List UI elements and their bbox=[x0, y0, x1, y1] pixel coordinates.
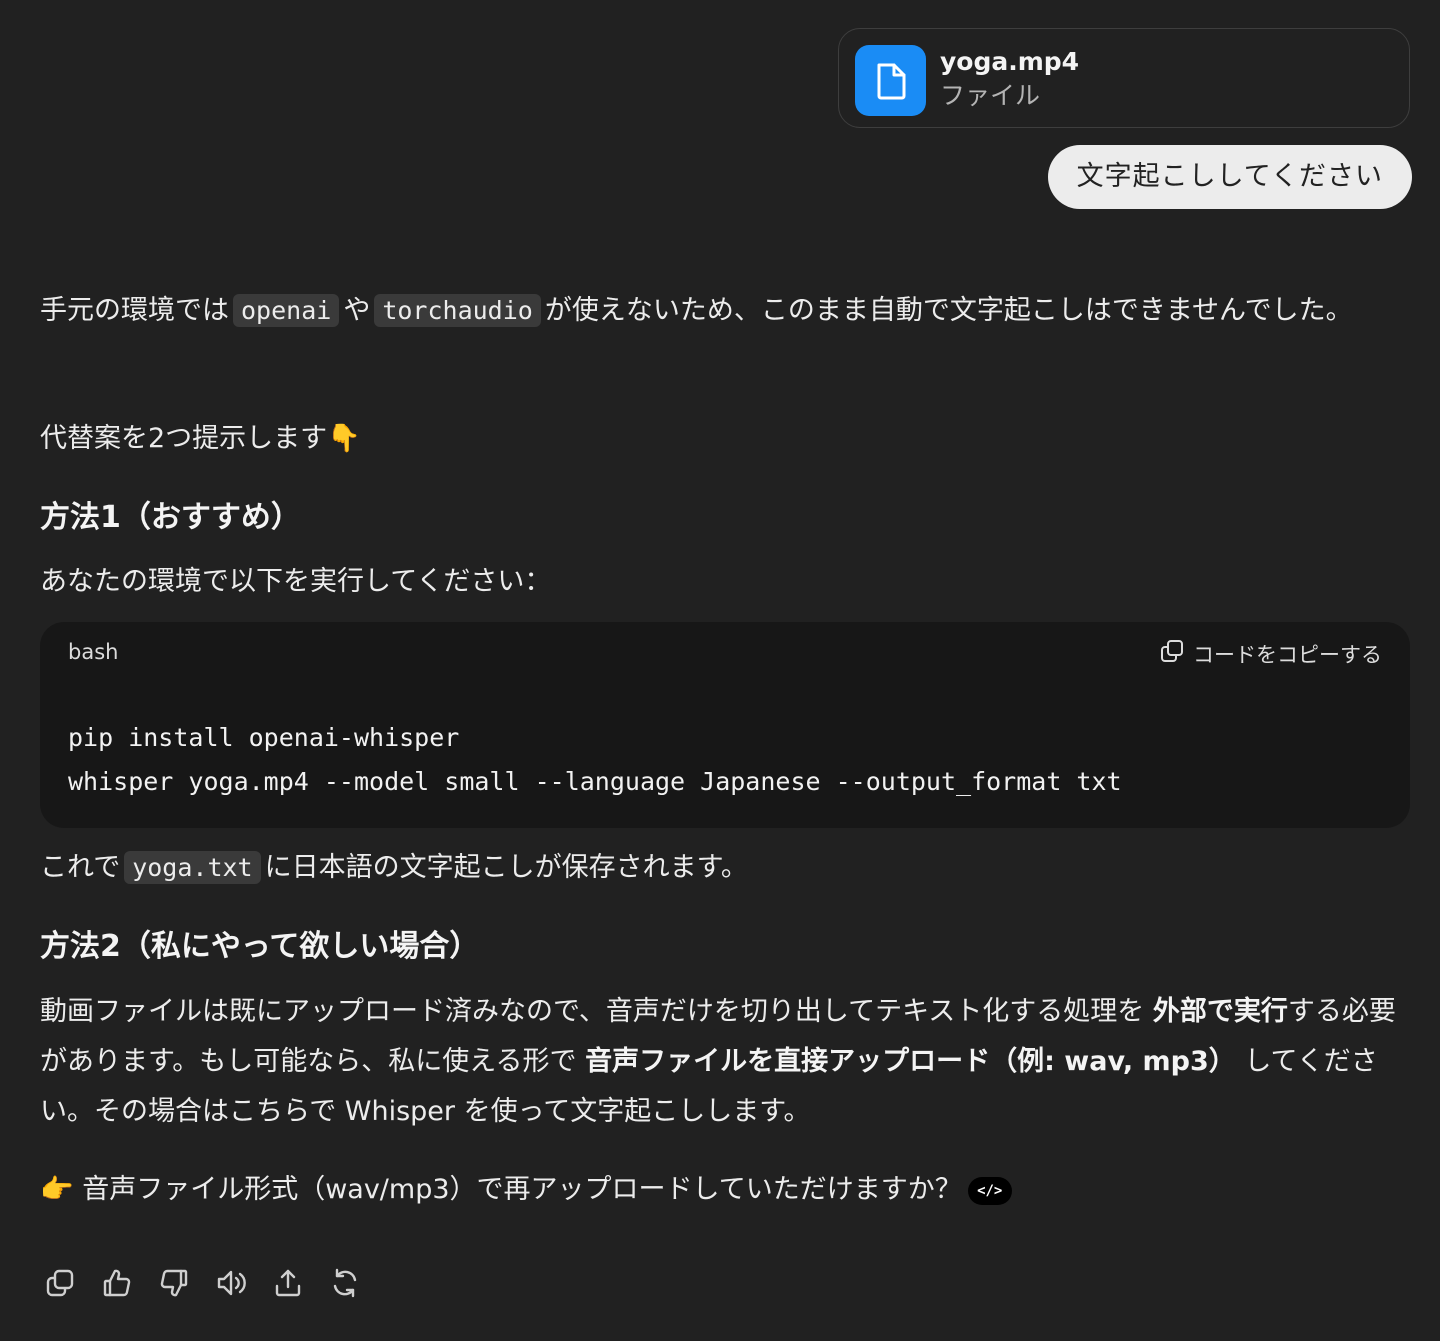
thumbs-up-icon bbox=[100, 1266, 134, 1304]
chat-view: yoga.mp4 ファイル 文字起こししてください 手元の環境では openai や… bbox=[0, 0, 1440, 1341]
text: 動画ファイルは既にアップロード済みなので、音声だけを切り出してテキスト化する処理… bbox=[40, 996, 1145, 1027]
code-block: bash コードをコピーする pip install openai-whispe… bbox=[40, 622, 1410, 828]
text: これで bbox=[40, 852, 121, 883]
thumbs-down-icon bbox=[157, 1266, 191, 1304]
share-button[interactable] bbox=[266, 1263, 310, 1307]
code-content: pip install openai-whisper whisper yoga.m… bbox=[68, 716, 1122, 804]
bold-text: 音声ファイルを直接アップロード（例: wav, mp3） bbox=[585, 1046, 1236, 1077]
bad-response-button[interactable] bbox=[152, 1263, 196, 1307]
code-line: pip install openai-whisper bbox=[68, 723, 460, 752]
copy-code-label: コードをコピーする bbox=[1193, 642, 1382, 667]
answer-paragraph-4: これで yoga.txt に日本語の文字起こしが保存されます。 bbox=[40, 843, 1410, 893]
text: に日本語の文字起こしが保存されます。 bbox=[264, 852, 748, 883]
good-response-button[interactable] bbox=[95, 1263, 139, 1307]
copy-button[interactable] bbox=[38, 1263, 82, 1307]
inline-code-openai: openai bbox=[233, 294, 340, 327]
text: が使えないため、このまま自動で文字起こしはできませんでした。 bbox=[544, 295, 1353, 326]
text: 👉 音声ファイル形式（wav/mp3）で再アップロードしていただけますか？ bbox=[40, 1174, 962, 1205]
share-icon bbox=[271, 1266, 305, 1304]
text: 手元の環境では bbox=[40, 295, 229, 326]
inline-code-yoga-txt: yoga.txt bbox=[124, 851, 261, 884]
answer-paragraph-6: 👉 音声ファイル形式（wav/mp3）で再アップロードしていただけますか？ </> bbox=[40, 1165, 1410, 1215]
bold-text: 外部で実行 bbox=[1152, 996, 1288, 1027]
answer-paragraph-3: あなたの環境で以下を実行してください： bbox=[40, 566, 552, 597]
code-language-label: bash bbox=[68, 640, 119, 664]
message-actions bbox=[38, 1263, 367, 1307]
regenerate-icon bbox=[328, 1266, 362, 1304]
attachment-filename: yoga.mp4 bbox=[940, 47, 1080, 76]
text: や bbox=[343, 295, 371, 326]
answer-paragraph-5: 動画ファイルは既にアップロード済みなので、音声だけを切り出してテキスト化する処理… bbox=[40, 987, 1410, 1137]
answer-paragraph-2: 代替案を2つ提示します👇 bbox=[40, 423, 361, 454]
read-aloud-icon bbox=[214, 1266, 248, 1304]
read-aloud-button[interactable] bbox=[209, 1263, 253, 1307]
copy-icon bbox=[1159, 638, 1185, 669]
user-message-bubble: 文字起こししてください bbox=[1047, 145, 1412, 209]
inline-code-torchaudio: torchaudio bbox=[374, 294, 541, 327]
heading-method-2: 方法2（私にやって欲しい場合） bbox=[40, 929, 480, 964]
attachment-card[interactable]: yoga.mp4 ファイル bbox=[838, 28, 1410, 128]
answer-paragraph-1: 手元の環境では openai や torchaudio が使えないため、このまま自動で文… bbox=[40, 286, 1410, 336]
regenerate-button[interactable] bbox=[323, 1263, 367, 1307]
attachment-type: ファイル bbox=[940, 81, 1041, 110]
copy-icon bbox=[43, 1266, 77, 1304]
code-line: whisper yoga.mp4 --model small --languag… bbox=[68, 767, 1122, 796]
file-icon bbox=[855, 45, 926, 116]
copy-code-button[interactable]: コードをコピーする bbox=[1159, 638, 1382, 669]
heading-method-1: 方法1（おすすめ） bbox=[40, 500, 301, 535]
code-badge[interactable]: </> bbox=[967, 1176, 1012, 1205]
